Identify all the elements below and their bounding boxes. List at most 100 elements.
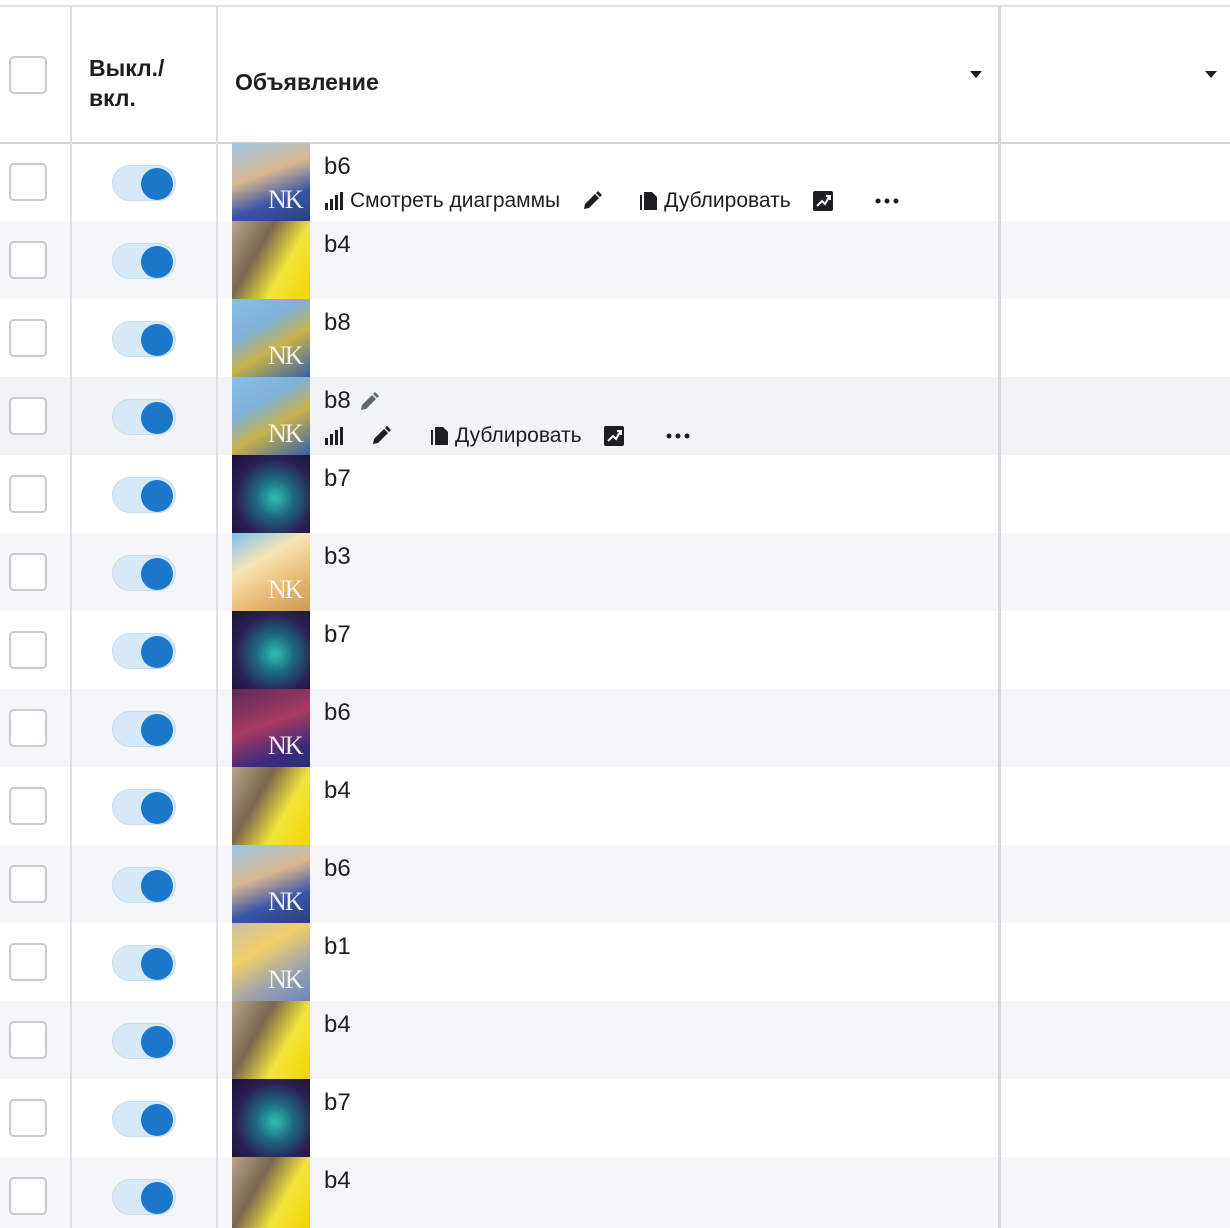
row-checkbox[interactable]	[9, 1177, 47, 1215]
ad-status-toggle[interactable]	[112, 1101, 176, 1137]
duplicate-action[interactable]: Дублировать	[429, 424, 582, 448]
bar-chart-icon	[325, 192, 343, 210]
more-dots-icon[interactable]	[666, 432, 690, 440]
ad-thumbnail[interactable]	[232, 611, 310, 689]
ad-thumbnail[interactable]	[232, 221, 310, 299]
ad-name[interactable]: b4	[324, 1011, 351, 1039]
ad-thumbnail[interactable]: NK	[232, 533, 310, 611]
ad-thumbnail[interactable]: NK	[232, 923, 310, 1001]
ad-thumbnail[interactable]	[232, 455, 310, 533]
ad-status-toggle[interactable]	[112, 1023, 176, 1059]
trend-icon[interactable]	[812, 191, 833, 211]
duplicate-action[interactable]: Дублировать	[638, 189, 791, 213]
row-checkbox[interactable]	[9, 709, 47, 747]
ad-thumbnail[interactable]	[232, 1001, 310, 1079]
ad-thumbnail[interactable]	[232, 1079, 310, 1157]
row-hover-actions: Дублировать	[324, 424, 690, 448]
row-checkbox[interactable]	[9, 553, 47, 591]
toggle-knob	[141, 948, 173, 980]
ad-name[interactable]: b8	[324, 387, 351, 414]
ad-status-toggle[interactable]	[112, 165, 176, 201]
rename-pencil-icon[interactable]	[359, 391, 379, 412]
ad-name[interactable]: b6	[324, 855, 351, 883]
pencil-icon[interactable]	[371, 426, 391, 446]
ad-name[interactable]: b4	[324, 777, 351, 805]
ad-status-toggle[interactable]	[112, 243, 176, 279]
row-hover-actions: Смотреть диаграммы Дублировать	[324, 189, 899, 213]
ad-name[interactable]: b3	[324, 543, 351, 571]
row-checkbox[interactable]	[9, 163, 47, 201]
ad-name[interactable]: b7	[324, 1089, 351, 1117]
row-checkbox[interactable]	[9, 241, 47, 279]
ad-status-toggle[interactable]	[112, 789, 176, 825]
row-checkbox[interactable]	[9, 865, 47, 903]
ad-thumbnail[interactable]: NK	[232, 845, 310, 923]
ad-thumbnail[interactable]: NK	[232, 299, 310, 377]
more-dots-icon[interactable]	[875, 197, 899, 205]
toggle-knob	[141, 558, 173, 590]
table-row[interactable]: NK b6	[0, 689, 1230, 767]
ad-name[interactable]: b1	[324, 933, 351, 961]
table-row[interactable]: NK b3	[0, 533, 1230, 611]
toggle-knob	[141, 714, 173, 746]
next-column-sort-icon[interactable]	[1205, 71, 1217, 78]
ad-name[interactable]: b4	[324, 1167, 351, 1195]
row-checkbox[interactable]	[9, 631, 47, 669]
ad-column-sort-icon[interactable]	[970, 71, 982, 78]
select-all-checkbox[interactable]	[9, 56, 47, 94]
table-row[interactable]: b4	[0, 1157, 1230, 1228]
table-row[interactable]: NK b8 Дублировать	[0, 377, 1230, 455]
ad-name[interactable]: b7	[324, 465, 351, 493]
view-charts-label: Смотреть диаграммы	[350, 189, 561, 212]
ad-thumbnail[interactable]	[232, 1157, 310, 1228]
trend-icon[interactable]	[603, 426, 624, 446]
ad-name-with-edit[interactable]: b8	[324, 387, 379, 415]
toggle-knob	[141, 168, 173, 200]
row-checkbox[interactable]	[9, 319, 47, 357]
table-row[interactable]: NK b1	[0, 923, 1230, 1001]
ad-status-toggle[interactable]	[112, 633, 176, 669]
ad-status-toggle[interactable]	[112, 1179, 176, 1215]
table-row[interactable]: b4	[0, 221, 1230, 299]
row-checkbox[interactable]	[9, 943, 47, 981]
ad-name[interactable]: b8	[324, 309, 351, 337]
row-checkbox[interactable]	[9, 1021, 47, 1059]
table-row[interactable]: b4	[0, 767, 1230, 845]
ad-thumbnail[interactable]: NK	[232, 689, 310, 767]
bar-chart-icon[interactable]	[324, 426, 344, 446]
toggle-knob	[141, 480, 173, 512]
row-checkbox[interactable]	[9, 787, 47, 825]
toggle-knob	[141, 870, 173, 902]
ad-status-toggle[interactable]	[112, 867, 176, 903]
column-resize-handle[interactable]	[998, 7, 1001, 1228]
table-row[interactable]: NK b6	[0, 845, 1230, 923]
ad-name[interactable]: b6	[324, 153, 351, 181]
toggle-knob	[141, 636, 173, 668]
toggle-knob	[141, 246, 173, 278]
table-row[interactable]: b7	[0, 611, 1230, 689]
pencil-icon[interactable]	[582, 191, 603, 211]
ad-name[interactable]: b7	[324, 621, 351, 649]
ad-name[interactable]: b6	[324, 699, 351, 727]
table-row[interactable]: b7	[0, 1079, 1230, 1157]
ad-thumbnail[interactable]	[232, 767, 310, 845]
ad-column-header[interactable]: Объявление	[235, 67, 379, 97]
row-checkbox[interactable]	[9, 475, 47, 513]
table-row[interactable]: b4	[0, 1001, 1230, 1079]
ad-status-toggle[interactable]	[112, 477, 176, 513]
ad-name[interactable]: b4	[324, 231, 351, 259]
ad-status-toggle[interactable]	[112, 321, 176, 357]
table-row[interactable]: NK b8	[0, 299, 1230, 377]
row-checkbox[interactable]	[9, 1099, 47, 1137]
row-checkbox[interactable]	[9, 397, 47, 435]
table-row[interactable]: NK b6 Смотреть диаграммы Дублировать	[0, 143, 1230, 221]
ad-status-toggle[interactable]	[112, 945, 176, 981]
toggle-knob	[141, 792, 173, 824]
ad-thumbnail[interactable]: NK	[232, 143, 310, 221]
ad-status-toggle[interactable]	[112, 711, 176, 747]
ad-status-toggle[interactable]	[112, 555, 176, 591]
table-row[interactable]: b7	[0, 455, 1230, 533]
ad-thumbnail[interactable]: NK	[232, 377, 310, 455]
view-charts-action[interactable]: Смотреть диаграммы	[324, 189, 560, 213]
ad-status-toggle[interactable]	[112, 399, 176, 435]
